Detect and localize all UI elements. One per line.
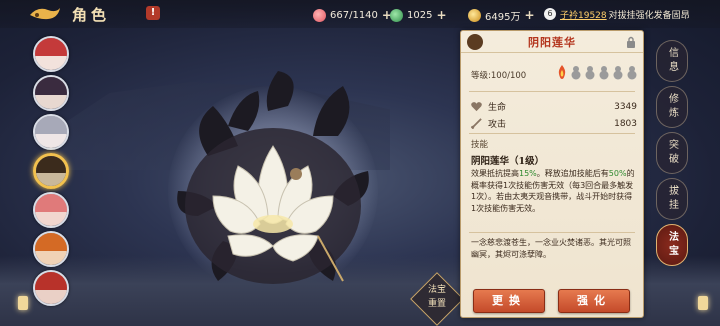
ticker-badge: 6	[544, 8, 556, 20]
news-ticker[interactable]: 6 子衿19528 对拔挂强化发备固昂	[544, 6, 720, 22]
divider	[469, 232, 635, 233]
page-title: 角色	[72, 6, 111, 24]
flavor-text: 一念慈悲渡苍生，一念业火焚诸恶。其光可照幽冥，其烬可涤孽障。	[471, 238, 631, 259]
stat-attack-value: 1803	[614, 118, 637, 129]
sword-icon	[471, 118, 482, 129]
skill-header: 技能	[471, 140, 489, 150]
level-row: 等级:100/100	[471, 69, 526, 81]
lantern-icon	[698, 296, 708, 310]
top-bar: 角色 ! 667/1140 + 1025 + 6495万 + 6 子衿19528…	[0, 0, 720, 28]
side-tabs: 信息 修炼 突破 拔挂 法宝	[656, 40, 690, 270]
stamina-value: 667/1140	[330, 9, 378, 21]
gourd-icon	[627, 66, 637, 80]
coin-icon	[468, 8, 481, 22]
lotus-artifact-image	[168, 66, 378, 306]
flame-icon	[558, 65, 566, 79]
skill-desc-part: 。释放追加技能后有	[536, 169, 609, 178]
hero-avatar[interactable]	[33, 75, 69, 111]
hero-avatar[interactable]	[33, 231, 69, 267]
gourd-icon	[585, 66, 595, 80]
divider	[469, 133, 635, 134]
artifact-name: 阴阳莲华	[528, 36, 576, 49]
swap-button[interactable]: 更换	[473, 289, 545, 313]
gold-value: 6495万	[485, 11, 521, 23]
stat-attack-label: 攻击	[488, 120, 507, 130]
ticker-user: 子衿19528	[560, 10, 607, 21]
hero-avatar[interactable]	[33, 270, 69, 306]
stat-hp-label: 生命	[488, 103, 507, 113]
skill-name: 阴阳莲华（1级）	[471, 156, 545, 167]
hero-avatar-selected[interactable]	[33, 153, 69, 189]
skill-desc-part: 效果抵抗提高	[471, 169, 519, 178]
lantern-icon	[18, 296, 28, 310]
add-jade-button[interactable]: +	[436, 8, 446, 22]
tab-breakthrough[interactable]: 突破	[656, 132, 688, 174]
lock-icon[interactable]	[626, 36, 636, 48]
heart-icon	[471, 102, 482, 112]
ticker-text: 对拔挂强化发备固昂	[608, 10, 690, 21]
skill-desc-highlight: 15%	[519, 169, 537, 178]
level-label: 等级:	[471, 71, 491, 81]
upgrade-button[interactable]: 强化	[558, 289, 630, 313]
hero-avatar[interactable]	[33, 36, 69, 72]
skill-description: 效果抵抗提高15%。释放追加技能后有50%的概率获得1次技能伤害无效（每3回合最…	[471, 168, 637, 214]
peach-icon	[313, 8, 326, 22]
jade-value: 1025	[407, 9, 433, 21]
gold-counter: 6495万 +	[468, 7, 535, 23]
divider	[469, 91, 635, 92]
reset-label-line1: 法宝	[427, 285, 446, 295]
alert-icon[interactable]: !	[146, 6, 160, 20]
gourd-icon	[571, 66, 581, 80]
stat-hp-value: 3349	[614, 101, 637, 112]
panel-header: 阴阳莲华	[461, 31, 643, 53]
level-value: 100/100	[490, 71, 527, 81]
hero-avatar[interactable]	[33, 114, 69, 150]
stat-hp: 生命 3349	[471, 100, 637, 113]
skill-desc-highlight: 50%	[608, 169, 627, 178]
jade-icon	[390, 8, 403, 22]
tab-artifact[interactable]: 法宝	[656, 224, 688, 266]
star-gourds	[556, 64, 640, 80]
tab-info[interactable]: 信息	[656, 40, 688, 82]
back-icon	[30, 8, 60, 20]
stat-attack: 攻击 1803	[471, 117, 637, 130]
add-gold-button[interactable]: +	[524, 8, 534, 22]
back-button[interactable]	[28, 4, 62, 26]
stamina-counter: 667/1140 +	[313, 7, 392, 23]
jade-counter: 1025 +	[390, 7, 447, 23]
hero-avatar[interactable]	[33, 192, 69, 228]
artifact-detail-panel: 阴阳莲华 等级:100/100 生命 3349 攻击 1803 技能 阴阳莲华（…	[460, 30, 644, 318]
gourd-icon	[599, 66, 609, 80]
tab-gear[interactable]: 拔挂	[656, 178, 688, 220]
reset-label-line2: 重置	[427, 299, 446, 309]
artifact-reset-label: 法宝 重置	[418, 283, 456, 311]
gourd-icon	[613, 66, 623, 80]
tab-cultivate[interactable]: 修炼	[656, 86, 688, 128]
hero-list	[30, 36, 72, 309]
